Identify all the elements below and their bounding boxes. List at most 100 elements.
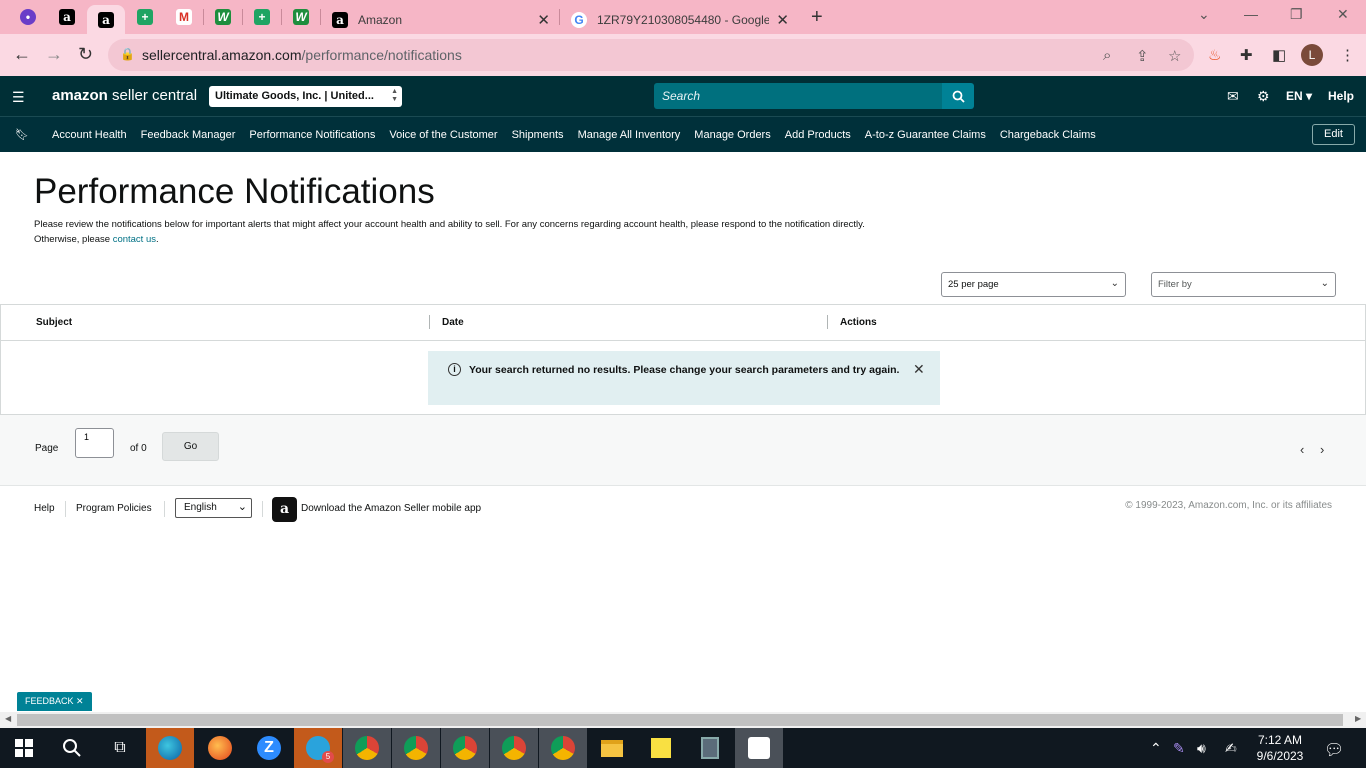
seller-central-logo[interactable]: amazon seller central	[52, 87, 197, 104]
extensions-puzzle-icon[interactable]: ✚	[1240, 46, 1253, 64]
prev-page-icon[interactable]: ‹	[1300, 442, 1304, 457]
chrome-icon[interactable]	[441, 728, 489, 768]
address-bar[interactable]: 🔒 sellercentral.amazon.com/performance/n…	[108, 39, 1194, 71]
tab-google[interactable]: G 1ZR79Y210308054480 - Google ✕	[561, 5, 797, 34]
next-page-icon[interactable]: ›	[1320, 442, 1324, 457]
pinned-tab-amazon-1[interactable]: a	[54, 5, 80, 29]
bookmark-icon[interactable]: 🔖︎	[15, 128, 29, 141]
close-window-icon[interactable]: ✕	[1337, 6, 1349, 23]
page-title: Performance Notifications	[34, 172, 435, 211]
edit-nav-button[interactable]: Edit	[1312, 124, 1355, 145]
nav-item-manage-inventory[interactable]: Manage All Inventory	[578, 129, 681, 141]
page-number-input[interactable]	[75, 428, 114, 458]
tab-amazon[interactable]: a Amazon ✕	[322, 5, 558, 34]
page-footer: Help Program Policies English ⌄ a Downlo…	[0, 497, 1366, 523]
restore-icon[interactable]: ❐	[1290, 6, 1303, 23]
extension-fire-icon[interactable]: ♨	[1208, 46, 1221, 64]
scroll-right-icon[interactable]: ▶	[1355, 714, 1361, 723]
edge-icon[interactable]	[146, 728, 194, 768]
nav-item-shipments[interactable]: Shipments	[512, 129, 564, 141]
close-tab-icon[interactable]: ✕	[537, 11, 550, 29]
store-selector[interactable]: Ultimate Goods, Inc. | United... ▲ ▼	[209, 86, 402, 107]
pinned-tab-w-1[interactable]: W	[210, 5, 236, 29]
reload-icon[interactable]: ↻	[78, 44, 93, 65]
nav-item-add-products[interactable]: Add Products	[785, 129, 851, 141]
scrollbar-thumb[interactable]	[17, 714, 1343, 726]
sticky-notes-icon[interactable]	[637, 728, 685, 768]
pinned-tab-gmail[interactable]: M	[171, 5, 197, 29]
file-explorer-icon[interactable]	[588, 728, 636, 768]
horizontal-scrollbar[interactable]: ◀ ▶	[0, 712, 1366, 728]
go-button[interactable]: Go	[162, 432, 219, 461]
footer-language-select[interactable]: English ⌄	[175, 498, 252, 518]
minimize-icon[interactable]: —	[1244, 6, 1258, 22]
search-icon[interactable]	[48, 728, 96, 768]
firefox-icon[interactable]	[196, 728, 244, 768]
footer-help-link[interactable]: Help	[34, 503, 55, 514]
chrome-icon[interactable]	[392, 728, 440, 768]
amazon-icon: a	[332, 11, 348, 28]
pinned-tab-sheets-1[interactable]: +	[132, 5, 158, 29]
chrome-icon[interactable]	[539, 728, 587, 768]
zoom-app-icon[interactable]: Z	[245, 728, 293, 768]
nav-item-manage-orders[interactable]: Manage Orders	[694, 129, 770, 141]
side-panel-icon[interactable]: ◧	[1272, 46, 1286, 64]
search-field[interactable]	[654, 83, 942, 109]
hamburger-menu-icon[interactable]: ☰	[12, 89, 25, 106]
filter-select[interactable]: Filter by ⌄	[1151, 272, 1336, 297]
tray-chevron-up-icon[interactable]: ⌃	[1150, 740, 1162, 757]
pinned-tab-w-2[interactable]: W	[288, 5, 314, 29]
tab-search-chevron-icon[interactable]: ⌄	[1198, 6, 1210, 23]
column-subject[interactable]: Subject	[36, 317, 72, 328]
scroll-left-icon[interactable]: ◀	[5, 714, 11, 723]
new-tab-icon[interactable]: +	[811, 6, 823, 29]
share-icon[interactable]: ⇪	[1136, 47, 1149, 65]
profile-avatar[interactable]: L	[1301, 44, 1323, 66]
lock-icon[interactable]: 🔒	[120, 47, 135, 61]
download-app-link[interactable]: Download the Amazon Seller mobile app	[301, 503, 481, 514]
amazon-seller-app-icon[interactable]: a	[272, 497, 297, 522]
menu-kebab-icon[interactable]: ⋮	[1340, 46, 1355, 64]
search-button[interactable]	[942, 83, 974, 109]
chrome-icon[interactable]	[343, 728, 391, 768]
nav-item-account-health[interactable]: Account Health	[52, 129, 127, 141]
pinned-tab-sheets-2[interactable]: +	[249, 5, 275, 29]
back-icon[interactable]: ←	[13, 44, 31, 65]
close-icon[interactable]: ✕	[76, 696, 84, 706]
column-date[interactable]: Date	[442, 317, 464, 328]
feedback-button[interactable]: FEEDBACK ✕	[17, 692, 92, 711]
telegram-icon[interactable]: 5	[294, 728, 342, 768]
per-page-select[interactable]: 25 per page ⌄	[941, 272, 1126, 297]
search-input[interactable]	[654, 83, 942, 109]
zoom-icon[interactable]: ⌕	[1103, 47, 1111, 64]
calculator-icon[interactable]	[686, 728, 734, 768]
mail-icon[interactable]: ✉	[1227, 88, 1239, 105]
bookmark-star-icon[interactable]: ☆	[1168, 47, 1181, 65]
pinned-tab-messenger[interactable]: •	[15, 5, 41, 29]
pen-tray-icon[interactable]: ✎	[1173, 740, 1185, 757]
stock-app-icon[interactable]	[735, 728, 783, 768]
nav-item-performance-notifications[interactable]: Performance Notifications	[249, 129, 375, 141]
contact-us-link[interactable]: contact us	[113, 234, 156, 245]
nav-item-chargeback-claims[interactable]: Chargeback Claims	[1000, 129, 1096, 141]
forward-icon[interactable]: →	[45, 44, 63, 65]
nav-item-voice-of-customer[interactable]: Voice of the Customer	[389, 129, 497, 141]
notifications-icon[interactable]: 💬︎	[1324, 740, 1344, 760]
volume-icon[interactable]: 🔊︎	[1197, 740, 1206, 757]
windows-start-icon[interactable]	[0, 728, 48, 768]
help-link[interactable]: Help	[1328, 89, 1354, 103]
notifications-table: Subject Date Actions i Your search retur…	[0, 304, 1366, 415]
footer-program-policies-link[interactable]: Program Policies	[76, 503, 152, 514]
close-tab-icon[interactable]: ✕	[776, 11, 789, 29]
language-menu[interactable]: EN ▾	[1286, 89, 1312, 103]
settings-gear-icon[interactable]: ⚙	[1257, 88, 1270, 105]
pen-workspace-icon[interactable]: ✍︎	[1225, 740, 1237, 757]
pinned-tab-amazon-active[interactable]: a	[87, 5, 125, 34]
browser-toolbar: ← → ↻ 🔒 sellercentral.amazon.com/perform…	[0, 34, 1366, 76]
close-icon[interactable]: ✕	[913, 361, 925, 378]
taskbar-clock[interactable]: 7:12 AM 9/6/2023	[1252, 732, 1308, 764]
nav-item-a-to-z-claims[interactable]: A-to-z Guarantee Claims	[865, 129, 986, 141]
chrome-icon[interactable]	[490, 728, 538, 768]
nav-item-feedback-manager[interactable]: Feedback Manager	[141, 129, 236, 141]
task-view-icon[interactable]: ⧉	[96, 728, 144, 768]
